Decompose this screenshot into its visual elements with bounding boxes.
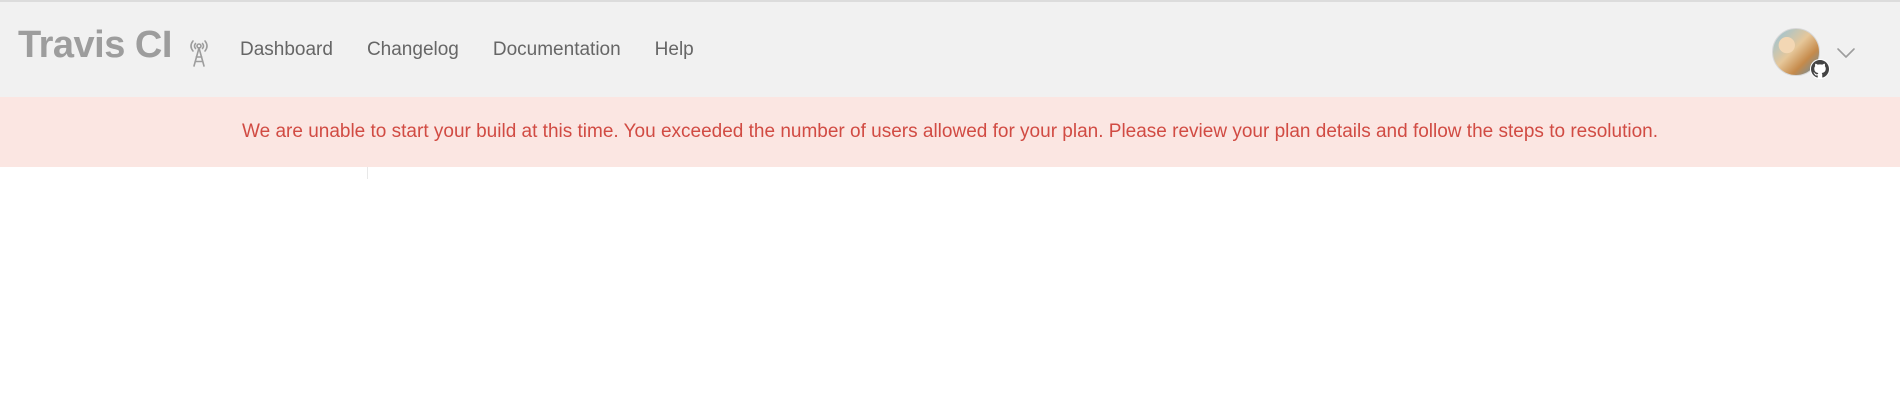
chevron-down-icon[interactable] bbox=[1836, 46, 1856, 60]
nav-dashboard[interactable]: Dashboard bbox=[240, 39, 333, 61]
antenna-icon[interactable] bbox=[186, 36, 212, 68]
main-nav: Dashboard Changelog Documentation Help bbox=[240, 2, 694, 97]
account-avatar[interactable] bbox=[1772, 28, 1830, 79]
alert-banner: We are unable to start your build at thi… bbox=[0, 97, 1900, 167]
nav-changelog[interactable]: Changelog bbox=[367, 39, 459, 61]
top-navigation-bar: Travis CI Dashboard Changelog Documentat… bbox=[0, 2, 1900, 97]
nav-documentation[interactable]: Documentation bbox=[493, 39, 621, 61]
nav-help[interactable]: Help bbox=[655, 39, 694, 61]
github-icon bbox=[1810, 59, 1830, 79]
content-divider bbox=[367, 167, 368, 179]
travis-ci-logo[interactable]: Travis CI bbox=[18, 24, 172, 67]
alert-message: We are unable to start your build at thi… bbox=[242, 121, 1658, 142]
